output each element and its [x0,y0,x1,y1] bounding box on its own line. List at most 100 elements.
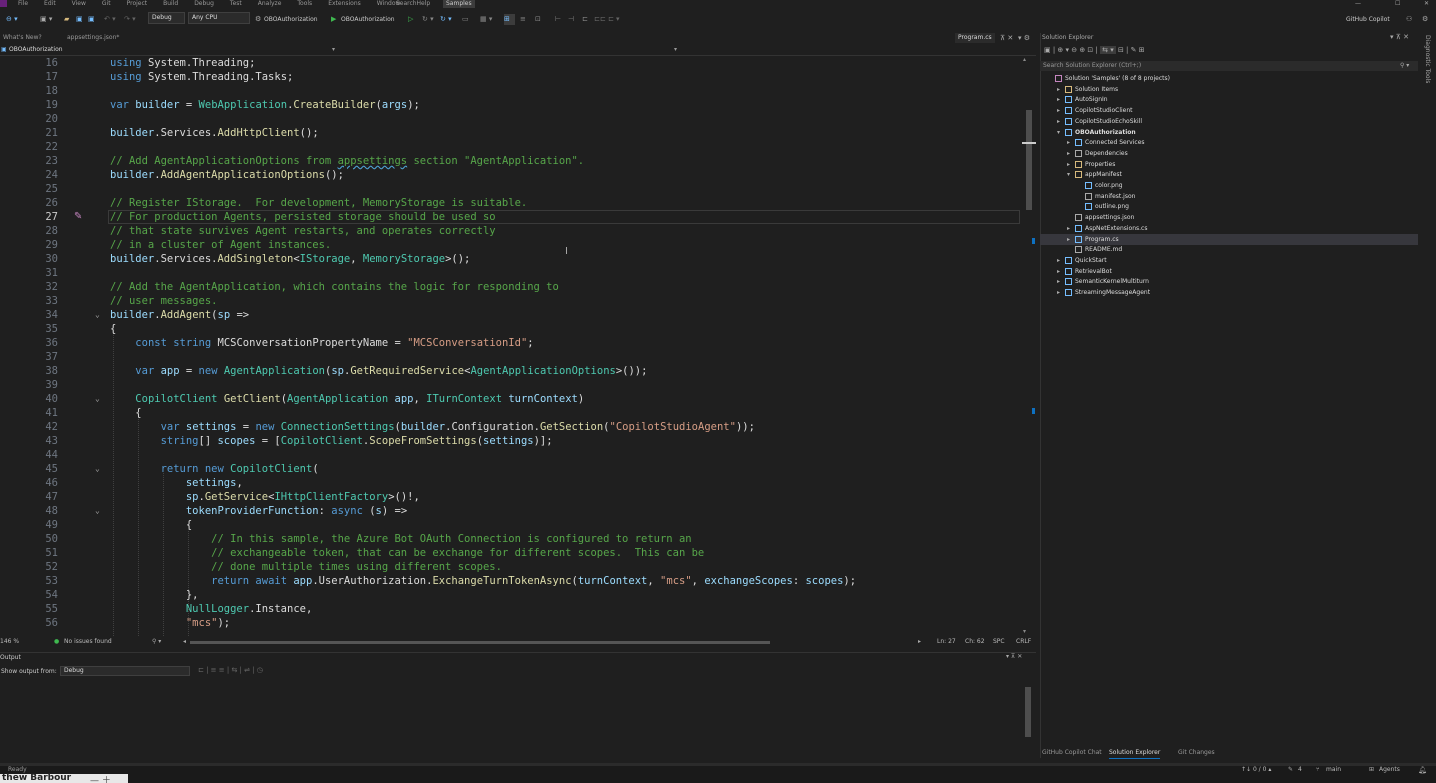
output-window-controls-icon[interactable]: ▾ ⊼ ✕ [1006,653,1022,660]
code-line[interactable]: 47 sp.GetService<IHttpClientFactory>()!, [0,490,1022,504]
fold-toggle-icon[interactable]: ⌄ [95,504,100,518]
fold-toggle-icon[interactable]: ⌄ [95,462,100,476]
startup-project-dropdown[interactable]: OBOAuthorization [264,14,318,25]
layout-icon[interactable]: ▦ ▾ [480,14,492,25]
search-icon[interactable]: ⚲ ▾ [1400,61,1409,71]
menu-item-tools[interactable]: Tools [297,0,312,8]
menu-item-debug[interactable]: Debug [194,0,214,8]
platform-dropdown[interactable]: Any CPU [188,12,250,24]
branch-name[interactable]: main [1326,766,1341,773]
chevron-right-icon[interactable]: ▸ [1057,94,1060,105]
code-line[interactable]: 25 [0,182,1022,196]
code-line[interactable]: 43 string[] scopes = [CopilotClient.Scop… [0,434,1022,448]
code-line[interactable]: 31 [0,266,1022,280]
menu-item-view[interactable]: View [72,0,86,8]
code-cleanup-icon[interactable]: ⚲ ▾ [152,636,161,648]
notifications-icon[interactable]: 🔔︎ [1418,766,1427,774]
scroll-down-icon[interactable]: ▾ [1023,628,1026,635]
tab-overflow-icon[interactable]: ▾ ⚙ [1018,33,1030,43]
bookmark-clear-icon[interactable]: ⊏⊏ ⊏ ▾ [594,14,620,25]
column-status[interactable]: Ch: 62 [965,636,985,648]
code-line[interactable]: 42 var settings = new ConnectionSettings… [0,420,1022,434]
code-line[interactable]: 34 ⌄ builder.AddAgent(sp => [0,308,1022,322]
feedback-icon[interactable]: ⚙ [1422,14,1428,25]
back-forward-icon[interactable]: ⊖ ▾ [6,14,18,25]
chevron-right-icon[interactable]: ▸ [1057,255,1060,266]
tree-node[interactable]: ▸ CopilotStudioEchoSkill [1040,116,1418,127]
tree-node[interactable]: color.png [1040,180,1418,191]
solution-view-icon[interactable]: ⊞ [504,14,515,25]
changes-count[interactable]: 4 [1298,766,1302,773]
close-button[interactable]: ✕ [1424,0,1429,8]
tree-node[interactable]: ▸ AspNetExtensions.cs [1040,223,1418,234]
code-line[interactable]: 35 { [0,322,1022,336]
chevron-right-icon[interactable]: ▸ [1057,84,1060,95]
account-icon[interactable]: ⚇ [1406,14,1412,25]
tab-github-copilot-chat[interactable]: GitHub Copilot Chat [1042,748,1102,758]
tree-node[interactable]: Solution 'Samples' (8 of 8 projects) [1040,73,1418,84]
whitespace-status[interactable]: SPC [993,636,1005,648]
tree-node[interactable]: ▾ appManifest [1040,169,1418,180]
fold-toggle-icon[interactable]: ⌄ [95,392,100,406]
code-line[interactable]: 28 // that state survives Agent restarts,… [0,224,1022,238]
chevron-right-icon[interactable]: ▸ [1067,234,1070,245]
save-all-icon[interactable]: ▣ [88,14,95,25]
tab-close-icon[interactable]: ⊼ ✕ [1000,33,1013,43]
run-target-button[interactable]: OBOAuthorization [341,14,395,25]
tree-node[interactable]: ▸ Connected Services [1040,137,1418,148]
menu-item-build[interactable]: Build [163,0,178,8]
chevron-right-icon[interactable]: ▸ [1057,266,1060,277]
git-sync-status[interactable]: ↑↓ 0 / 0 ▴ [1241,766,1271,773]
chevron-down-icon[interactable]: ▾ [1057,127,1060,138]
menu-item-file[interactable]: File [18,0,28,8]
code-line[interactable]: 17 using System.Threading.Tasks; [0,70,1022,84]
scroll-up-icon[interactable]: ▴ [1023,56,1026,63]
code-line[interactable]: 32 // Add the AgentApplication, which con… [0,280,1022,294]
start-without-debug-icon[interactable]: ▷ [408,14,413,25]
code-line[interactable]: 37 [0,350,1022,364]
code-line[interactable]: 29 // in a cluster of Agent instances. [0,238,1022,252]
tree-node[interactable]: ▸ Program.cs [1040,233,1418,245]
tree-node[interactable]: ▸ QuickStart [1040,255,1418,266]
code-line[interactable]: 54 }, [0,588,1022,602]
fold-toggle-icon[interactable]: ⌄ [95,308,100,322]
code-line[interactable]: 55 NullLogger.Instance, [0,602,1022,616]
output-scrollbar[interactable] [1022,679,1034,757]
code-line[interactable]: 44 [0,448,1022,462]
bookmark-next-icon[interactable]: ⊣ [568,14,574,25]
output-scrollbar-thumb[interactable] [1025,687,1031,737]
uncomment-icon[interactable]: ⊡ [535,14,541,25]
horizontal-scrollbar-thumb[interactable] [190,641,770,644]
code-line[interactable]: 49 { [0,518,1022,532]
code-line[interactable]: 50 // In this sample, the Azure Bot OAut… [0,532,1022,546]
tree-node[interactable]: README.md [1040,244,1418,255]
code-line[interactable]: 22 [0,140,1022,154]
code-line[interactable]: 48 ⌄ tokenProviderFunction: async (s) => [0,504,1022,518]
output-toolbar-icons[interactable]: ⊏ | ≡ ≡ | ⇆ | ⇌ | ◷ [198,666,263,674]
chevron-right-icon[interactable]: ▸ [1057,276,1060,287]
se-search-input[interactable]: Search Solution Explorer (Ctrl+;) [1040,61,1418,71]
code-line[interactable]: 33 // user messages. [0,294,1022,308]
code-line[interactable]: 46 settings, [0,476,1022,490]
browse-icon[interactable]: ▭ [462,14,469,25]
code-line[interactable]: 27 // For production Agents, persisted st… [0,210,1022,224]
attach-icon[interactable]: ↻ ▾ [422,14,434,25]
output-source-dropdown[interactable]: Debug [60,666,190,676]
menu-item-extensions[interactable]: Extensions [328,0,361,8]
chevron-right-icon[interactable]: ▸ [1057,287,1060,298]
scroll-right-icon[interactable]: ▸ [918,636,921,648]
tree-node[interactable]: ▸ SemanticKernelMultiturn [1040,276,1418,287]
tree-node[interactable]: ▸ AutoSignIn [1040,94,1418,105]
code-line[interactable]: 23 // Add AgentApplicationOptions from ap… [0,154,1022,168]
code-line[interactable]: 30 builder.Services.AddSingleton<IStorage… [0,252,1022,266]
tab-solution-explorer[interactable]: Solution Explorer [1109,748,1161,759]
scroll-left-icon[interactable]: ◂ [183,636,186,648]
save-icon[interactable]: ▣ [76,14,83,25]
scrollbar-thumb[interactable] [1026,110,1032,210]
code-editor[interactable]: ✎ I 16 using System.Threading; 17 using Sys… [0,56,1022,636]
tree-node[interactable]: ▾ OBOAuthorization [1040,127,1418,138]
menu-item-analyze[interactable]: Analyze [258,0,282,8]
search-label[interactable]: Search [396,0,417,8]
undo-icon[interactable]: ↶ ▾ [104,14,116,25]
menu-item-project[interactable]: Project [127,0,148,8]
